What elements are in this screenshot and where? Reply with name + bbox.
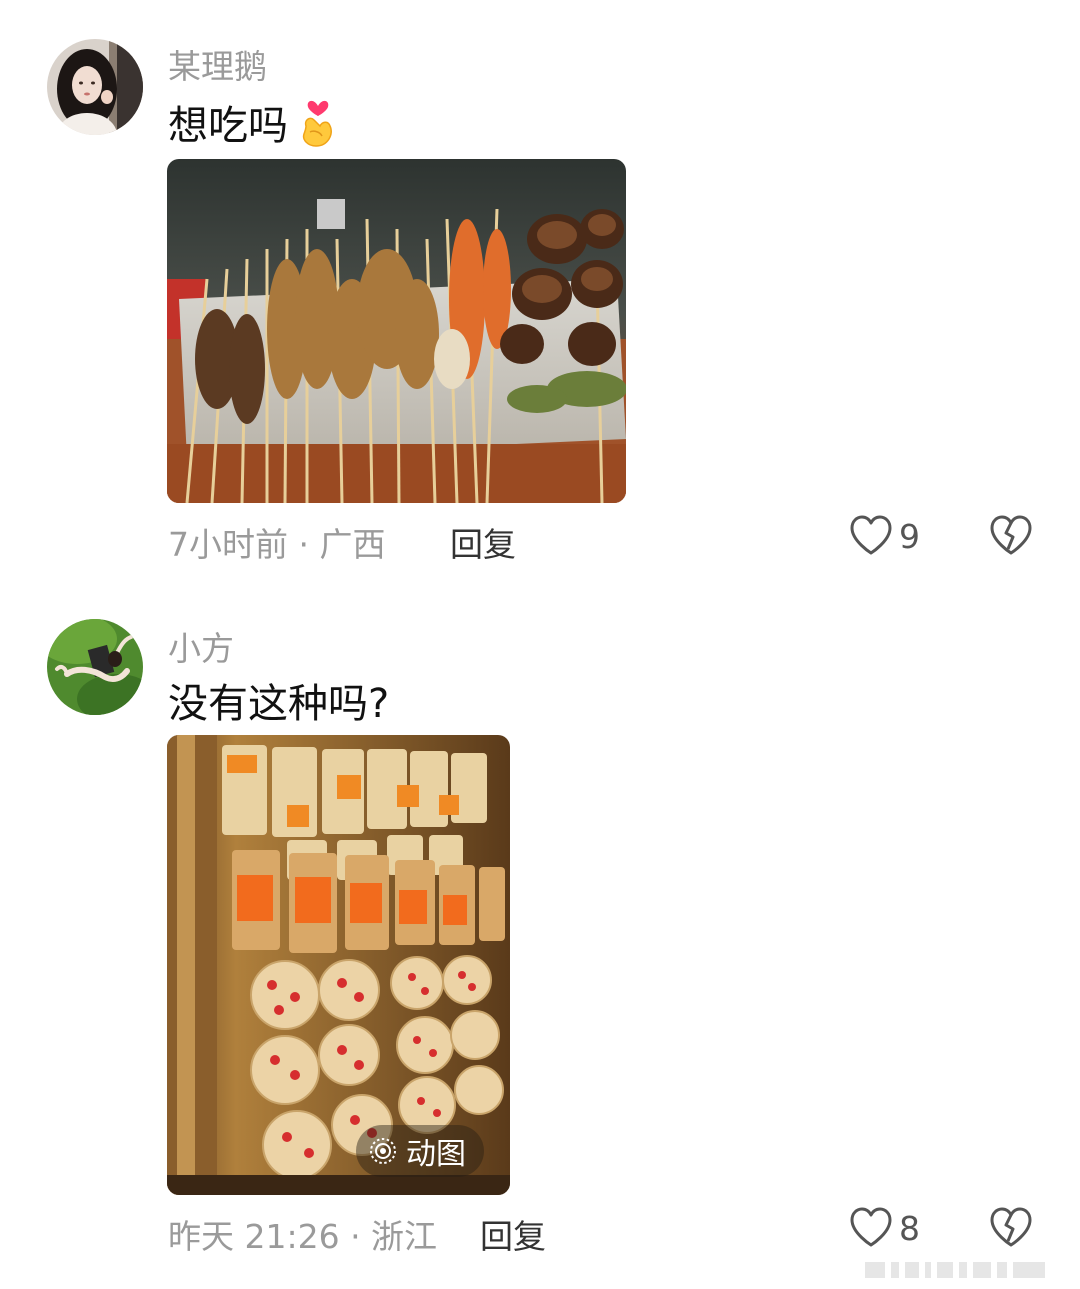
live-photo-icon: [368, 1136, 398, 1166]
comment-image-food-skewers[interactable]: [167, 159, 626, 503]
heart-outline-icon: [849, 515, 893, 557]
watermark-bar: [865, 1262, 1045, 1278]
gif-badge: 动图: [356, 1125, 484, 1177]
like-count: 8: [899, 1208, 920, 1248]
avatar[interactable]: [47, 619, 143, 715]
username[interactable]: 小方: [168, 622, 234, 670]
dislike-button[interactable]: [989, 515, 1033, 561]
like-button[interactable]: 9: [849, 515, 920, 557]
like-button[interactable]: 8: [849, 1207, 920, 1249]
finger-heart-emoji-icon: [296, 96, 340, 148]
broken-heart-icon: [989, 1207, 1033, 1249]
reply-button[interactable]: 回复: [480, 1210, 546, 1258]
like-count: 9: [899, 516, 920, 556]
gif-label: 动图: [406, 1137, 466, 1172]
broken-heart-icon: [989, 515, 1033, 557]
reply-button[interactable]: 回复: [450, 518, 516, 566]
comment-meta: 昨天 21:26 · 浙江: [168, 1217, 438, 1256]
comment-text: 想吃吗: [168, 94, 340, 150]
comment-text-content: 没有这种吗?: [168, 681, 390, 727]
comment-image-bakery-gif[interactable]: 动图: [167, 735, 510, 1195]
comment-meta: 7小时前 · 广西: [168, 525, 386, 564]
heart-outline-icon: [849, 1207, 893, 1249]
comment-text: 没有这种吗?: [168, 672, 389, 728]
comment-text-content: 想吃吗: [168, 103, 288, 149]
avatar[interactable]: [47, 39, 143, 135]
username[interactable]: 某理鹅: [168, 40, 267, 88]
dislike-button[interactable]: [989, 1207, 1033, 1253]
